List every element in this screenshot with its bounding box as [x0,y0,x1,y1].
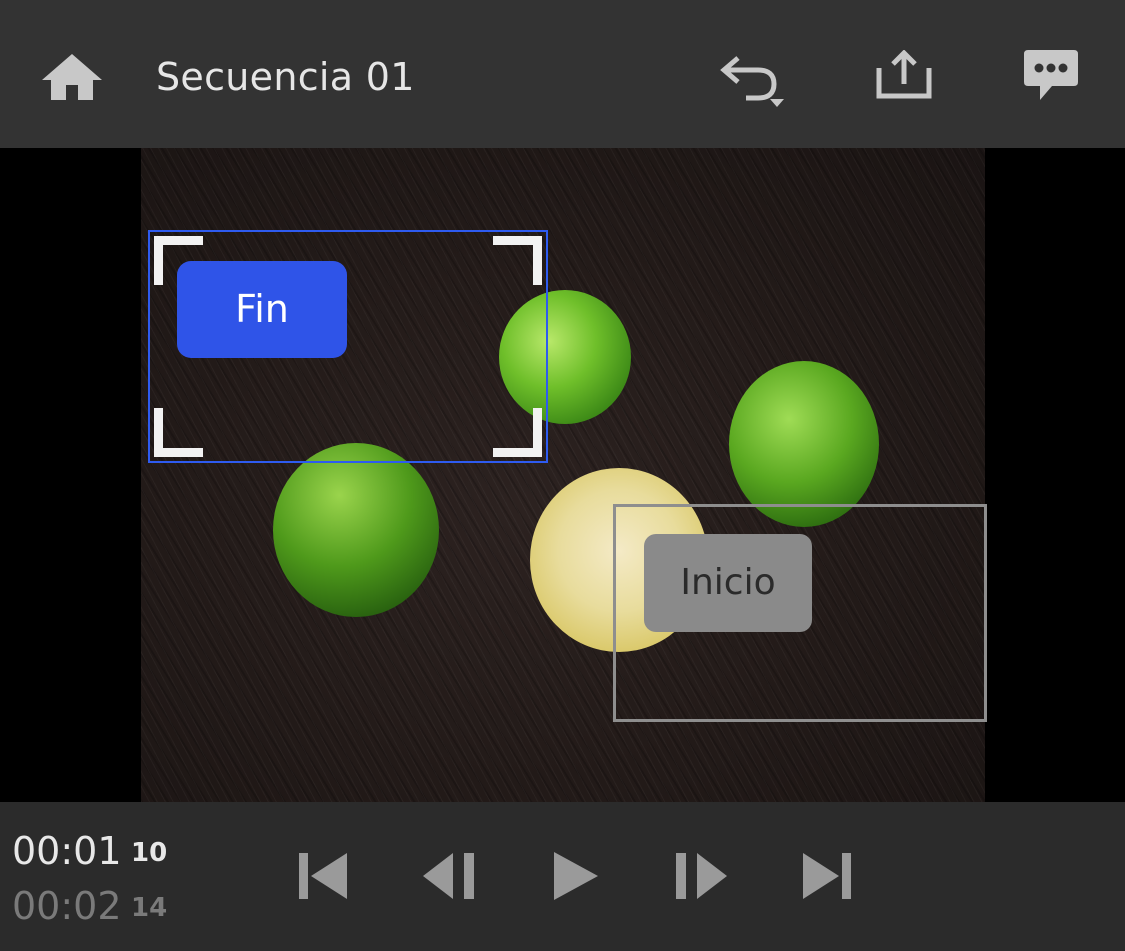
play-icon[interactable] [552,850,600,902]
duration-timecode: 00:02 [12,884,122,928]
undo-icon[interactable] [718,52,790,112]
resize-handle-top-right[interactable] [493,236,542,285]
go-to-start-icon[interactable] [297,851,349,901]
duration-frames: 14 [131,893,168,923]
step-forward-icon[interactable] [673,851,729,901]
resize-handle-bottom-left[interactable] [154,408,203,457]
comments-icon[interactable] [1022,48,1080,104]
resize-handle-bottom-right[interactable] [493,408,542,457]
sequence-title: Secuencia 01 [156,55,415,99]
current-frames: 10 [131,838,168,868]
current-timecode: 00:01 [12,829,122,873]
step-back-icon[interactable] [421,851,477,901]
start-region-label[interactable]: Inicio [644,534,812,632]
top-toolbar: Secuencia 01 [0,0,1125,148]
end-region-label[interactable]: Fin [177,261,347,358]
video-viewer: Fin Inicio [0,148,1125,802]
go-to-end-icon[interactable] [801,851,853,901]
share-icon[interactable] [875,50,933,100]
lime-image [273,443,439,617]
lime-image [729,361,879,527]
home-icon[interactable] [40,52,104,102]
